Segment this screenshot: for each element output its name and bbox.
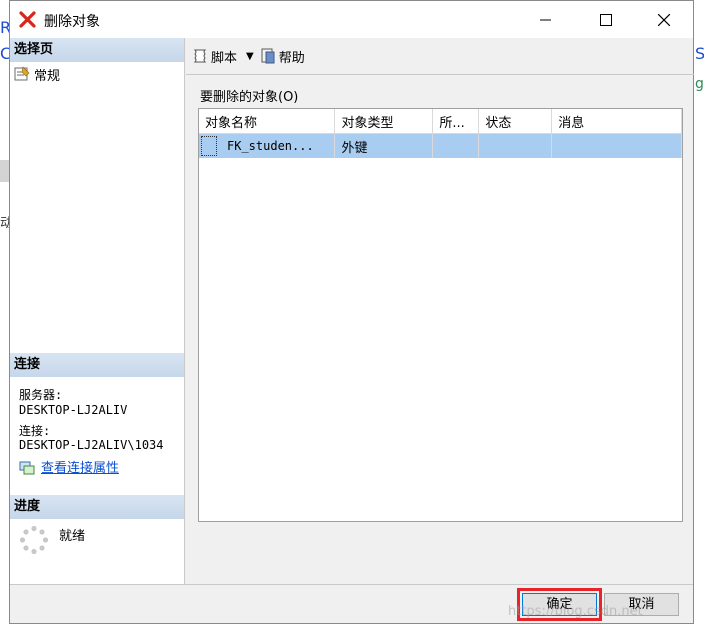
dialog-title: 删除对象 (44, 14, 100, 30)
select-page-header: 选择页 (10, 38, 184, 62)
progress-status: 就绪 (19, 525, 85, 555)
left-pane: 选择页 常规 连接 服务器: DESKTOP-LJ2ALIV 连接: DESKT… (10, 38, 185, 584)
column-header-object-name[interactable]: 对象名称 (199, 109, 336, 134)
close-icon (658, 13, 670, 26)
background-text-g: g (695, 76, 704, 92)
spinner-icon (19, 525, 49, 555)
cell-message[interactable] (551, 133, 682, 158)
delete-x-icon (19, 11, 36, 28)
cancel-button[interactable]: 取消 (604, 593, 679, 616)
connection-value: DESKTOP-LJ2ALIV\1034 (19, 438, 164, 452)
objects-to-delete-label: 要删除的对象(O) (200, 90, 299, 105)
connection-properties-icon (19, 461, 35, 474)
help-icon (261, 48, 275, 64)
chevron-down-icon[interactable]: ▼ (246, 51, 254, 62)
page-item-general[interactable]: 常规 (14, 65, 61, 84)
objects-table: 对象名称 对象类型 所... 状态 消息 FK_studen... 外键 (199, 109, 682, 158)
toolbar: 脚本 ▼ 帮助 (186, 40, 691, 72)
script-icon (193, 49, 207, 63)
row-focus-indicator (201, 136, 217, 156)
page-item-general-label: 常规 (34, 68, 61, 84)
connection-header: 连接 (10, 353, 184, 377)
table-row[interactable]: FK_studen... 外键 (199, 133, 682, 158)
objects-grid[interactable]: 对象名称 对象类型 所... 状态 消息 FK_studen... 外键 (198, 108, 683, 522)
title-bar: 删除对象 (10, 1, 693, 38)
column-header-status[interactable]: 状态 (478, 109, 553, 134)
column-header-message[interactable]: 消息 (551, 109, 682, 134)
minimize-button[interactable] (523, 1, 569, 38)
column-header-object-type[interactable]: 对象类型 (334, 109, 434, 134)
cell-status[interactable] (478, 133, 553, 158)
server-label: 服务器: (19, 388, 63, 402)
column-header-owner[interactable]: 所... (432, 109, 480, 134)
maximize-button[interactable] (583, 1, 629, 38)
cell-object-name-text: FK_studen... (227, 139, 314, 153)
help-button[interactable]: 帮助 (260, 47, 305, 66)
view-connection-properties-label: 查看连接属性 (41, 461, 120, 476)
script-button[interactable]: 脚本 ▼ (192, 47, 254, 66)
ok-button[interactable]: 确定 (517, 588, 602, 621)
server-value: DESKTOP-LJ2ALIV (19, 403, 128, 417)
cell-owner[interactable] (432, 133, 480, 158)
minimize-icon (540, 19, 551, 20)
view-connection-properties-link[interactable]: 查看连接属性 (19, 457, 119, 476)
table-header-row: 对象名称 对象类型 所... 状态 消息 (199, 109, 682, 134)
close-button[interactable] (641, 1, 687, 38)
script-label: 脚本 (211, 50, 238, 66)
help-label: 帮助 (278, 50, 305, 66)
connection-label: 连接: (19, 424, 51, 438)
cell-object-type[interactable]: 外键 (334, 133, 434, 158)
toolbar-divider (186, 74, 694, 75)
maximize-icon (600, 13, 612, 26)
cell-object-name[interactable]: FK_studen... (199, 133, 336, 158)
progress-header: 进度 (10, 495, 184, 519)
delete-object-dialog: 删除对象 选择页 常规 连接 服务器: DESKTOP-LJ2ALIV 连接: … (9, 0, 694, 624)
progress-status-label: 就绪 (59, 529, 86, 544)
bottom-divider (10, 584, 693, 585)
settings-page-icon (14, 66, 30, 81)
background-text-s: S (695, 44, 704, 63)
